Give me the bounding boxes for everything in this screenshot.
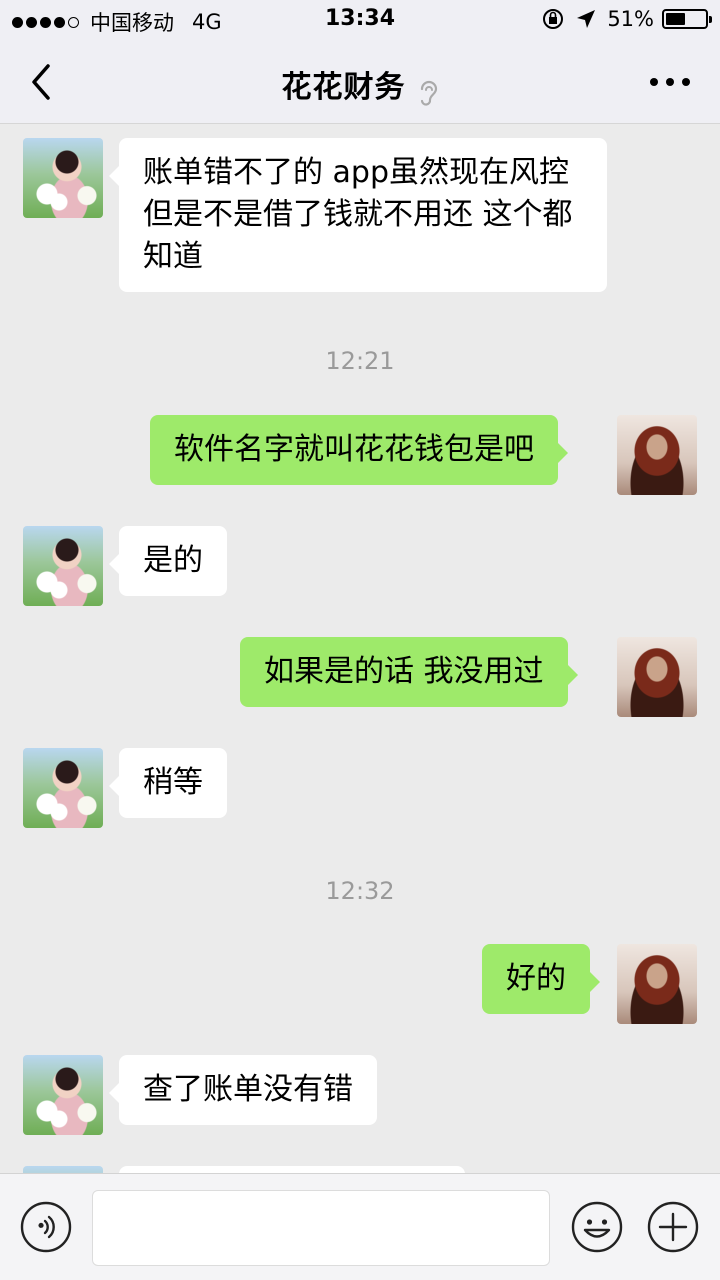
voice-button[interactable] bbox=[20, 1201, 72, 1253]
message-bubble-outgoing[interactable]: 好的 bbox=[482, 944, 600, 1014]
nav-title-wrap: 花花财务 bbox=[0, 62, 720, 108]
battery-level bbox=[666, 13, 685, 25]
page-title: 花花财务 bbox=[281, 70, 406, 105]
avatar-self[interactable] bbox=[617, 637, 697, 717]
message-bubble-outgoing[interactable]: 软件名字就叫花花钱包是吧 bbox=[150, 415, 568, 485]
plus-button[interactable] bbox=[647, 1201, 699, 1253]
location-arrow-icon bbox=[577, 10, 596, 28]
orientation-lock-icon bbox=[543, 9, 564, 29]
more-button[interactable] bbox=[650, 70, 690, 94]
message-input[interactable] bbox=[92, 1190, 550, 1266]
message-bubble-outgoing[interactable]: 如果是的话 我没用过 bbox=[240, 637, 578, 707]
top-bar: 中国移动 4G 13:34 51% 花花财务 bbox=[0, 0, 720, 124]
ear-icon bbox=[420, 80, 437, 106]
battery-icon bbox=[662, 9, 712, 29]
status-bar: 中国移动 4G 13:34 51% bbox=[0, 0, 720, 40]
message-bubble-incoming-partial[interactable] bbox=[119, 1166, 465, 1173]
chat-area[interactable]: 账单错不了的 app虽然现在风控但是不是借了钱就不用还 这个都知道 12:21 … bbox=[0, 125, 720, 1173]
plus-icon bbox=[647, 1201, 699, 1253]
avatar-contact[interactable] bbox=[23, 1166, 103, 1173]
emoji-button[interactable] bbox=[571, 1201, 623, 1253]
input-bar bbox=[0, 1173, 720, 1280]
avatar-self[interactable] bbox=[617, 944, 697, 1024]
message-bubble-incoming[interactable]: 查了账单没有错 bbox=[109, 1055, 377, 1125]
avatar-self[interactable] bbox=[617, 415, 697, 495]
status-right: 51% bbox=[541, 7, 712, 31]
emoji-icon bbox=[571, 1201, 623, 1253]
avatar-contact[interactable] bbox=[23, 526, 103, 606]
message-bubble-incoming[interactable]: 稍等 bbox=[109, 748, 227, 818]
avatar-contact[interactable] bbox=[23, 138, 103, 218]
nav-bar: 花花财务 bbox=[0, 40, 720, 124]
voice-icon bbox=[20, 1201, 72, 1253]
more-dots-icon bbox=[650, 78, 658, 86]
battery-percent: 51% bbox=[607, 7, 654, 31]
message-bubble-incoming[interactable]: 账单错不了的 app虽然现在风控但是不是借了钱就不用还 这个都知道 bbox=[109, 138, 607, 292]
timestamp: 12:32 bbox=[325, 877, 395, 905]
avatar-contact[interactable] bbox=[23, 1055, 103, 1135]
timestamp: 12:21 bbox=[325, 347, 395, 375]
message-bubble-incoming[interactable]: 是的 bbox=[109, 526, 227, 596]
avatar-contact[interactable] bbox=[23, 748, 103, 828]
